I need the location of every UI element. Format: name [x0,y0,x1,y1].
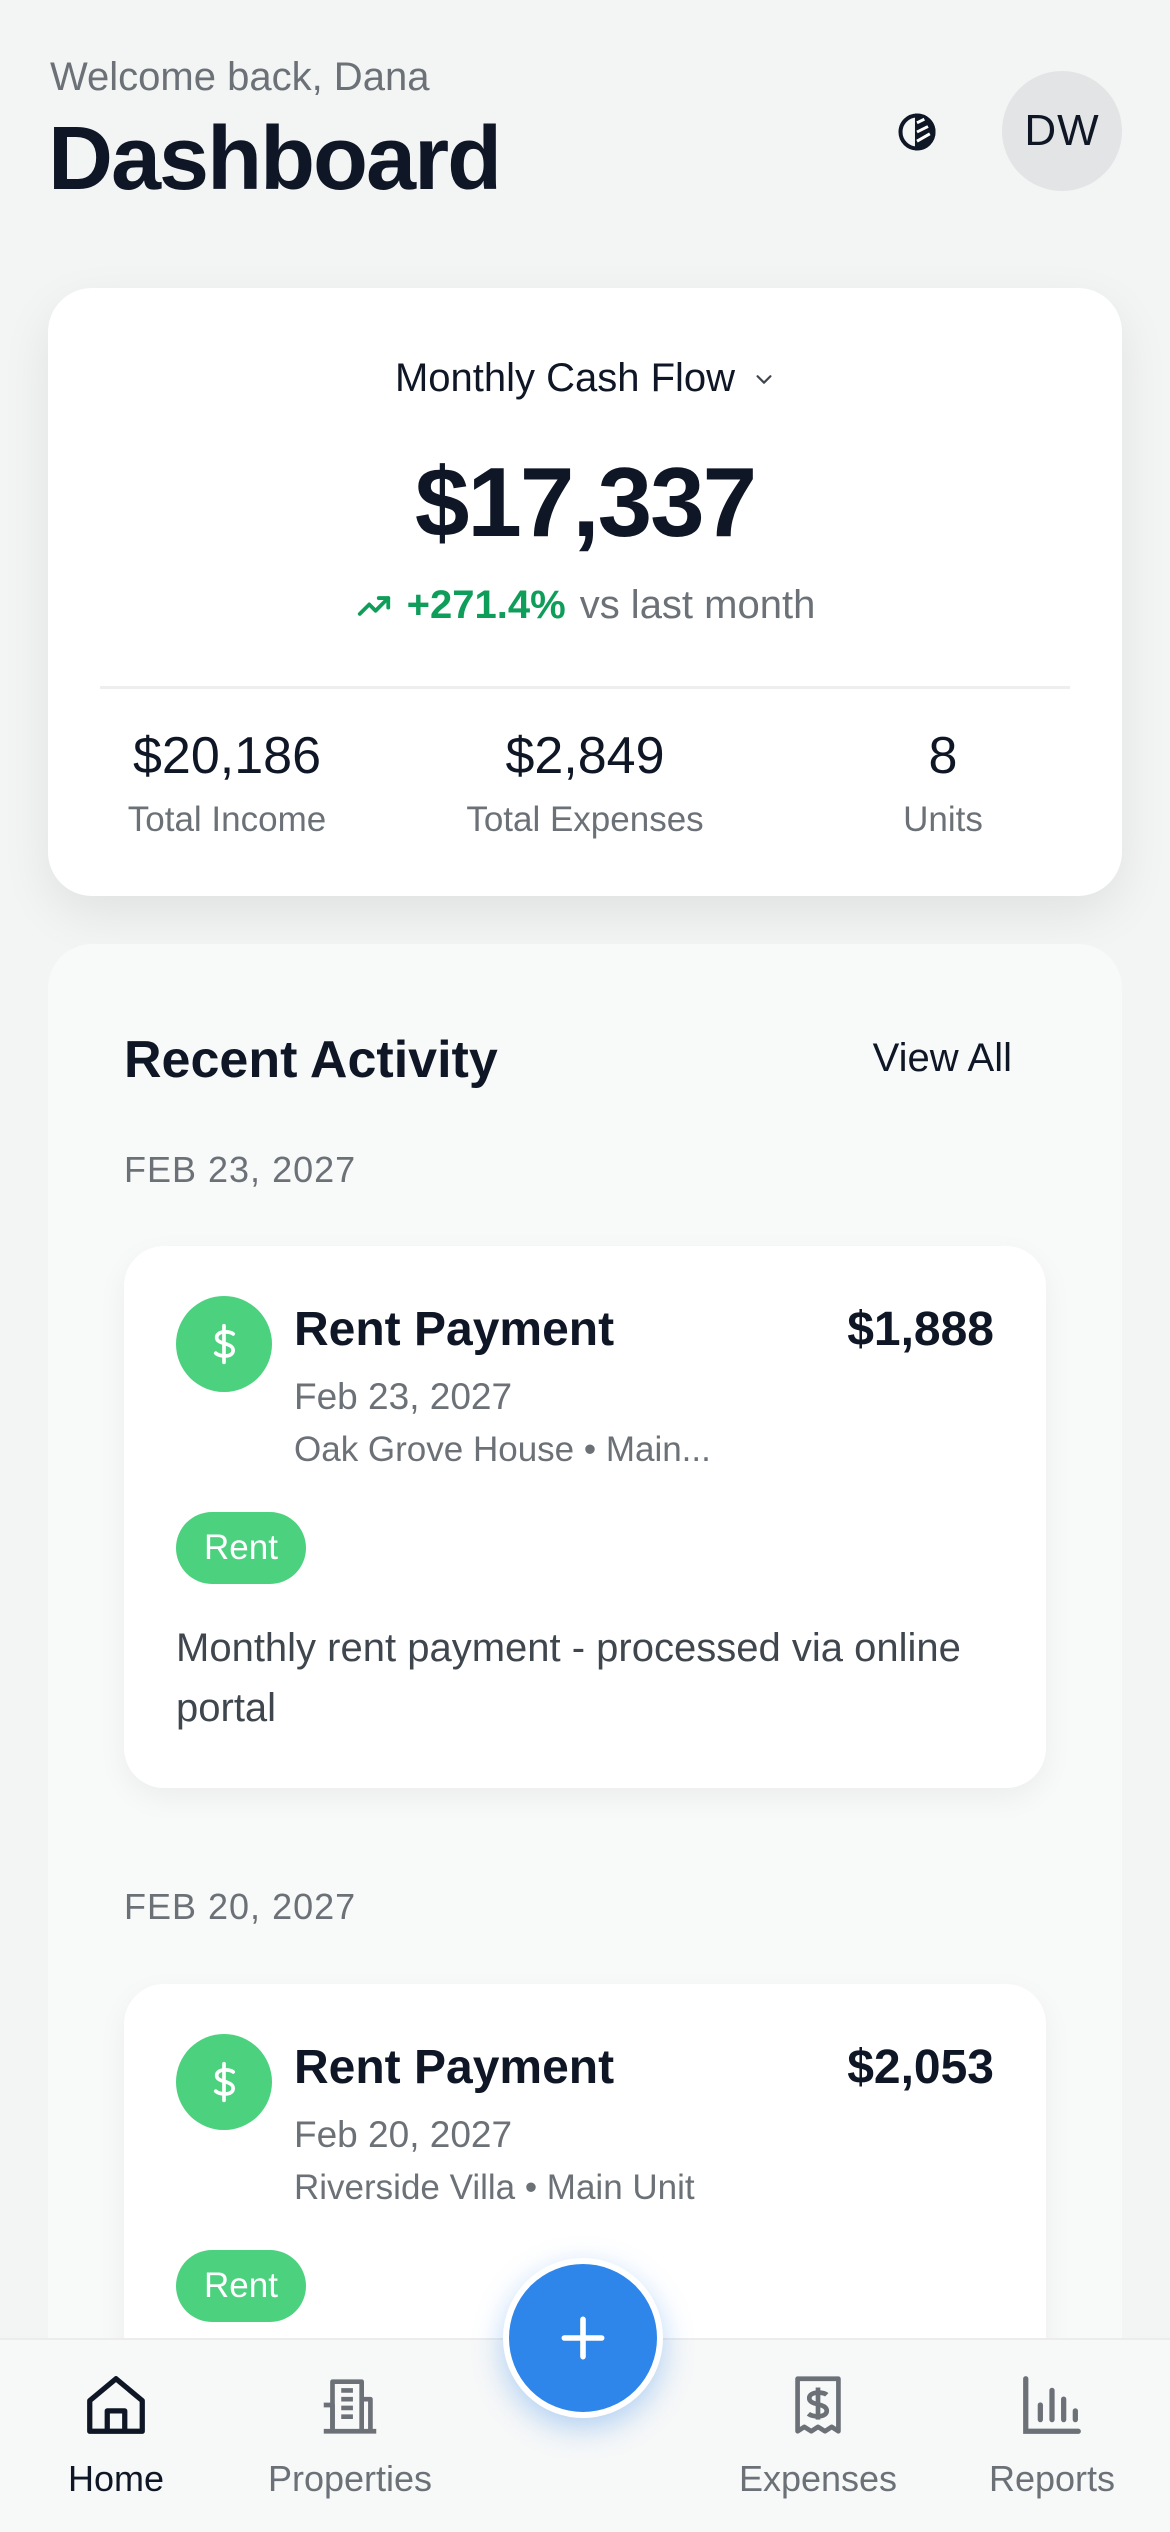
divider [100,686,1070,689]
transaction-date: Feb 23, 2027 [294,1376,513,1417]
dollar-icon [176,1296,272,1392]
transaction-amount: $2,053 [847,2041,994,2094]
home-icon [87,2376,145,2434]
transaction-card[interactable]: Rent Payment $1,888 Feb 23, 2027 Oak Gro… [124,1246,1046,1788]
stats-row: $20,186 Total Income $2,849 Total Expens… [48,726,1122,840]
nav-item-reports[interactable]: Reports [942,2370,1162,2500]
chevron-down-icon [756,374,772,384]
cash-flow-amount: $17,337 [414,447,757,557]
change-text: vs last month [579,583,816,627]
stat-label: Total Income [127,800,327,839]
welcome-text: Welcome back, Dana [50,55,430,99]
category-tag: Rent [176,2250,306,2322]
nav-label: Expenses [738,2458,898,2499]
cash-flow-title: Monthly Cash Flow [394,356,736,400]
nav-item-properties[interactable]: Properties [240,2370,460,2500]
cash-flow-change: +271.4% vs last month [48,583,1122,628]
transaction-amount: $1,888 [847,1303,994,1356]
date-group-label: FEB 20, 2027 [124,1886,357,1927]
nav-item-home[interactable]: Home [6,2370,226,2500]
date-group-label: FEB 23, 2027 [124,1149,357,1190]
theme-toggle-button[interactable] [892,107,942,157]
transaction-name: Rent Payment [294,2041,615,2094]
stat-label: Total Expenses [466,800,704,839]
stat-total-income: $20,186 Total Income [48,726,406,840]
stat-total-expenses: $2,849 Total Expenses [406,726,764,840]
stat-value: $2,849 [505,727,665,785]
dashboard-screen: Welcome back, Dana Dashboard DW Monthly … [0,0,1170,2532]
contrast-icon [898,113,936,151]
nav-item-expenses[interactable]: Expenses [708,2370,928,2500]
dollar-icon [176,2034,272,2130]
page-title: Dashboard [48,109,502,209]
view-all-link[interactable]: View All [873,1036,1012,1081]
receipt-icon [795,2376,841,2434]
section-title: Recent Activity [124,1031,498,1089]
bar-chart-icon [1023,2376,1081,2434]
stat-value: $20,186 [133,727,321,785]
trending-up-icon [357,595,390,616]
nav-label: Properties [267,2458,433,2499]
transaction-location: Riverside Villa • Main Unit [294,2168,695,2207]
transaction-date: Feb 20, 2027 [294,2114,513,2155]
add-button[interactable] [503,2258,663,2418]
transaction-name: Rent Payment [294,1303,615,1356]
category-tag: Rent [176,1512,306,1584]
stat-value: 8 [928,727,958,785]
building-icon [323,2379,377,2434]
nav-label: Home [67,2458,165,2499]
change-percent: +271.4% [406,583,566,627]
avatar[interactable]: DW [1002,71,1122,191]
nav-label: Reports [988,2458,1116,2499]
cash-flow-period-selector[interactable]: Monthly Cash Flow [48,356,1122,401]
transaction-location: Oak Grove House • Main... [294,1430,711,1469]
transaction-description: Monthly rent payment - processed via onl… [176,1626,961,1730]
cash-flow-card: Monthly Cash Flow $17,337 +271.4% vs las… [48,288,1122,896]
plus-icon [561,2316,605,2360]
stat-label: Units [903,800,983,839]
stat-units: 8 Units [764,726,1122,840]
